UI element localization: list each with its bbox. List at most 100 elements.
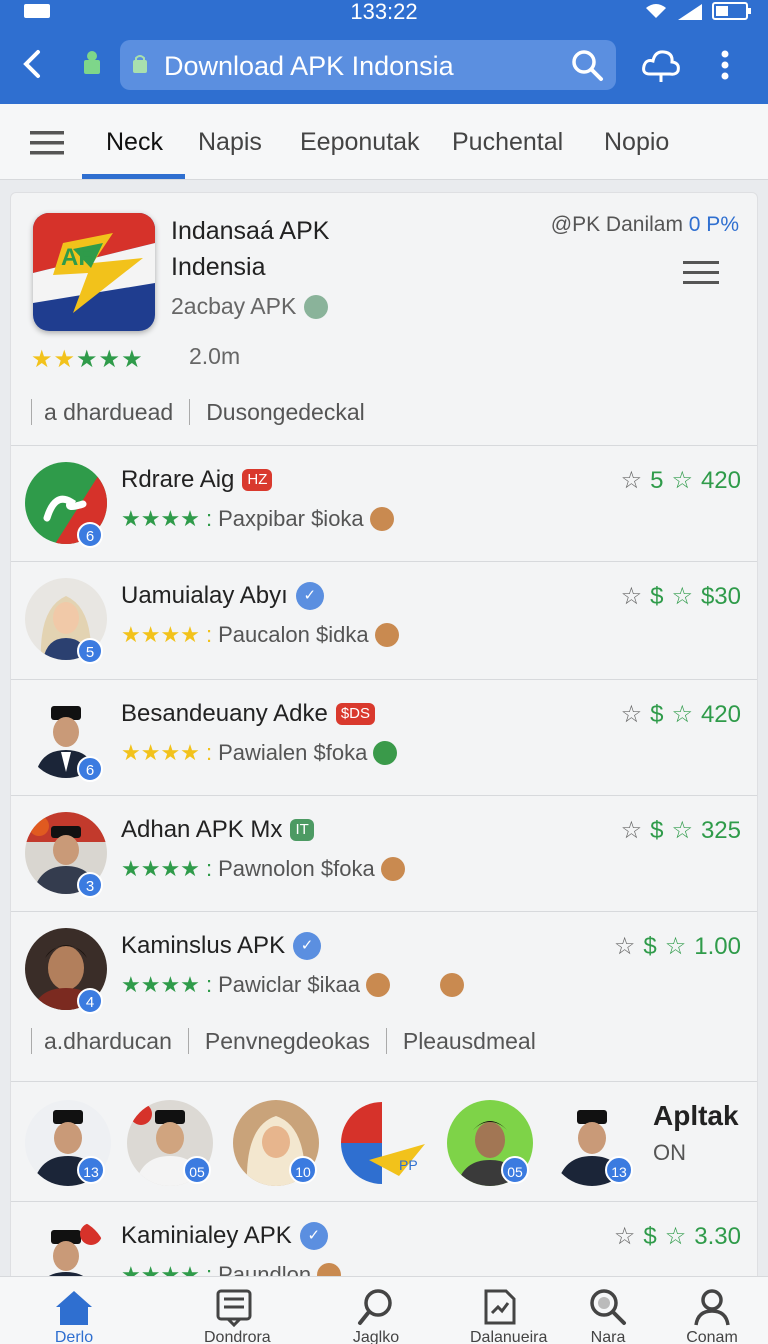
- avatar-badge: 6: [77, 522, 103, 548]
- nav-downloads[interactable]: Dalanueira: [470, 1287, 547, 1344]
- list-item-title-text: Adhan APK Mx: [121, 816, 283, 843]
- app-icon[interactable]: AF: [33, 213, 155, 331]
- battery-icon: [712, 2, 751, 20]
- more-options-button[interactable]: [712, 46, 738, 84]
- cloud-button[interactable]: [640, 46, 682, 84]
- list-item-title: Uamuialay Abyı ✓: [121, 582, 324, 610]
- price-prefix: 5: [650, 466, 664, 494]
- star-outline-icon: ☆: [620, 467, 643, 494]
- status-bar: 133:22: [0, 0, 768, 24]
- verified-icon: [304, 294, 329, 319]
- url-bar[interactable]: Download APK Indonsia: [120, 40, 616, 90]
- list-item-title-text: Kaminslus APK: [121, 932, 286, 959]
- list-item-subtitle-text: Pawiclar $ikaa: [218, 972, 360, 997]
- list-item-title-text: Rdrare Aig: [121, 466, 235, 493]
- price-value: 3.30: [694, 1222, 741, 1250]
- price-prefix: $: [643, 932, 657, 960]
- list-item[interactable]: 6 Rdrare Aig HZ ★★★★ : Paxpibar $ioka ☆ …: [11, 445, 757, 561]
- tab-napis[interactable]: Napis: [198, 128, 262, 157]
- app-tag[interactable]: Dusongedeckal: [189, 399, 381, 425]
- nav-explore[interactable]: Nara: [578, 1287, 638, 1344]
- list-item[interactable]: Kaminialey APK ✓ ★★★★ : Paundlon ☆ $ ☆ 3.…: [11, 1201, 757, 1281]
- app-bar: Download APK Indonsia: [0, 24, 768, 104]
- list-item[interactable]: 6 Besandeuany Adke $DS ★★★★ : Pawialen $…: [11, 679, 757, 795]
- list-item[interactable]: 5 Uamuialay Abyı ✓ ★★★★ : Paucalon $idka…: [11, 561, 757, 677]
- list-item-subtitle-text: Pawnolon $foka: [218, 856, 375, 881]
- app-tag[interactable]: a dharduead: [31, 399, 189, 425]
- list-item-subtitle-text: Paucalon $idka: [218, 622, 369, 647]
- strip-badge: 13: [77, 1156, 105, 1184]
- tab-indicator: [82, 174, 185, 179]
- price[interactable]: ☆ $ ☆ 325: [621, 816, 741, 845]
- list-item-title: Besandeuany Adke $DS: [121, 700, 376, 728]
- price-star-icon: ☆: [671, 701, 693, 728]
- strip-avatar[interactable]: PP: [339, 1100, 425, 1186]
- nav-label: Conam: [686, 1329, 738, 1344]
- tab-bar: Neck Napis Eeponutak Puchental Nopio: [0, 104, 768, 180]
- nav-home[interactable]: Derlo: [44, 1287, 104, 1344]
- nav-news[interactable]: Dondrora: [204, 1287, 271, 1344]
- rating-stars: ★★★★ :: [121, 740, 213, 765]
- hamburger-icon: [30, 131, 64, 155]
- list-item-subtitle-text: Paxpibar $ioka: [218, 506, 364, 531]
- magnifier-icon: [590, 1289, 626, 1325]
- star-outline-icon: ☆: [613, 1223, 636, 1250]
- menu-button[interactable]: [28, 128, 66, 158]
- back-button[interactable]: [14, 44, 54, 84]
- nav-search[interactable]: Jaglko: [346, 1287, 406, 1344]
- download-label: @PK Danilam 0 P%: [551, 213, 739, 237]
- avatar-badge: 6: [77, 756, 103, 782]
- list-item-subtitle: ★★★★ : Pawialen $foka: [121, 740, 398, 766]
- price-value: 325: [700, 816, 741, 844]
- tab-nopio[interactable]: Nopio: [604, 128, 669, 157]
- star-outline-icon: ☆: [620, 701, 643, 728]
- list-item-title-text: Kaminialey APK: [121, 1222, 292, 1249]
- coin-icon: [439, 973, 464, 997]
- app-tag[interactable]: Pleausdmeal: [385, 1028, 552, 1054]
- nav-profile[interactable]: Conam: [682, 1287, 742, 1344]
- app-rating-count: 2.0m: [189, 343, 241, 369]
- tab-puchental[interactable]: Puchental: [452, 128, 563, 157]
- price[interactable]: ☆ 5 ☆ 420: [621, 466, 741, 495]
- price[interactable]: ☆ $ ☆ 420: [621, 700, 741, 729]
- list-item[interactable]: 3 Adhan APK Mx IT ★★★★ : Pawnolon $foka …: [11, 795, 757, 911]
- app-title-line1: Indansaá APK: [171, 217, 330, 245]
- url-text: Download APK Indonsia: [164, 51, 454, 81]
- url-lock-icon: [132, 54, 148, 74]
- rating-stars: ★★★★ :: [121, 506, 213, 531]
- list-item-subtitle: ★★★★ : Pawnolon $foka: [121, 856, 405, 882]
- price-value: 420: [700, 466, 741, 494]
- price[interactable]: ☆ $ ☆ 1.00: [614, 932, 741, 961]
- app-tag[interactable]: a.dharducan: [31, 1028, 188, 1054]
- tab-neck[interactable]: Neck: [106, 128, 163, 157]
- verified-badge: ✓: [295, 582, 324, 610]
- list-item-title: Kaminialey APK ✓: [121, 1222, 328, 1250]
- app-menu-button[interactable]: [683, 259, 719, 287]
- list-item[interactable]: 4 Kaminslus APK ✓ ★★★★ : Pawiclar $ikaa …: [11, 911, 757, 1081]
- rating-stars: ★★★★ :: [121, 622, 213, 647]
- coin-icon: [374, 623, 399, 647]
- tab-eeponutak[interactable]: Eeponutak: [300, 128, 420, 157]
- price-star-icon: ☆: [664, 933, 687, 960]
- news-icon: [216, 1289, 252, 1327]
- search-button[interactable]: [570, 48, 604, 82]
- star-outline-icon: ☆: [613, 933, 636, 960]
- app-tags: a.dharducan Penvnegdeokas Pleausdmeal: [31, 1028, 552, 1054]
- list-item-subtitle-text: Pawialen $foka: [218, 740, 368, 765]
- profile-icon: [694, 1289, 730, 1326]
- price[interactable]: ☆ $ ☆ 3.30: [614, 1222, 741, 1251]
- wifi-icon: [646, 4, 666, 18]
- price[interactable]: ☆ $ ☆ $30: [621, 582, 741, 611]
- nav-label: Jaglko: [352, 1329, 400, 1344]
- price-prefix: $: [643, 1222, 657, 1250]
- star-outline-icon: ☆: [620, 817, 643, 844]
- download-label-accent: 0 P%: [688, 213, 739, 236]
- rating-stars: ★★★★ :: [121, 856, 213, 881]
- strip-badge: 05: [183, 1156, 211, 1184]
- list-item-title: Kaminslus APK ✓: [121, 932, 322, 960]
- app-developer: 2acbay APK: [171, 293, 329, 320]
- app-tag[interactable]: Penvnegdeokas: [187, 1028, 386, 1054]
- download-label-text: @PK Danilam: [550, 213, 683, 236]
- price-value: 420: [700, 700, 741, 728]
- avatar-badge: 4: [77, 988, 103, 1014]
